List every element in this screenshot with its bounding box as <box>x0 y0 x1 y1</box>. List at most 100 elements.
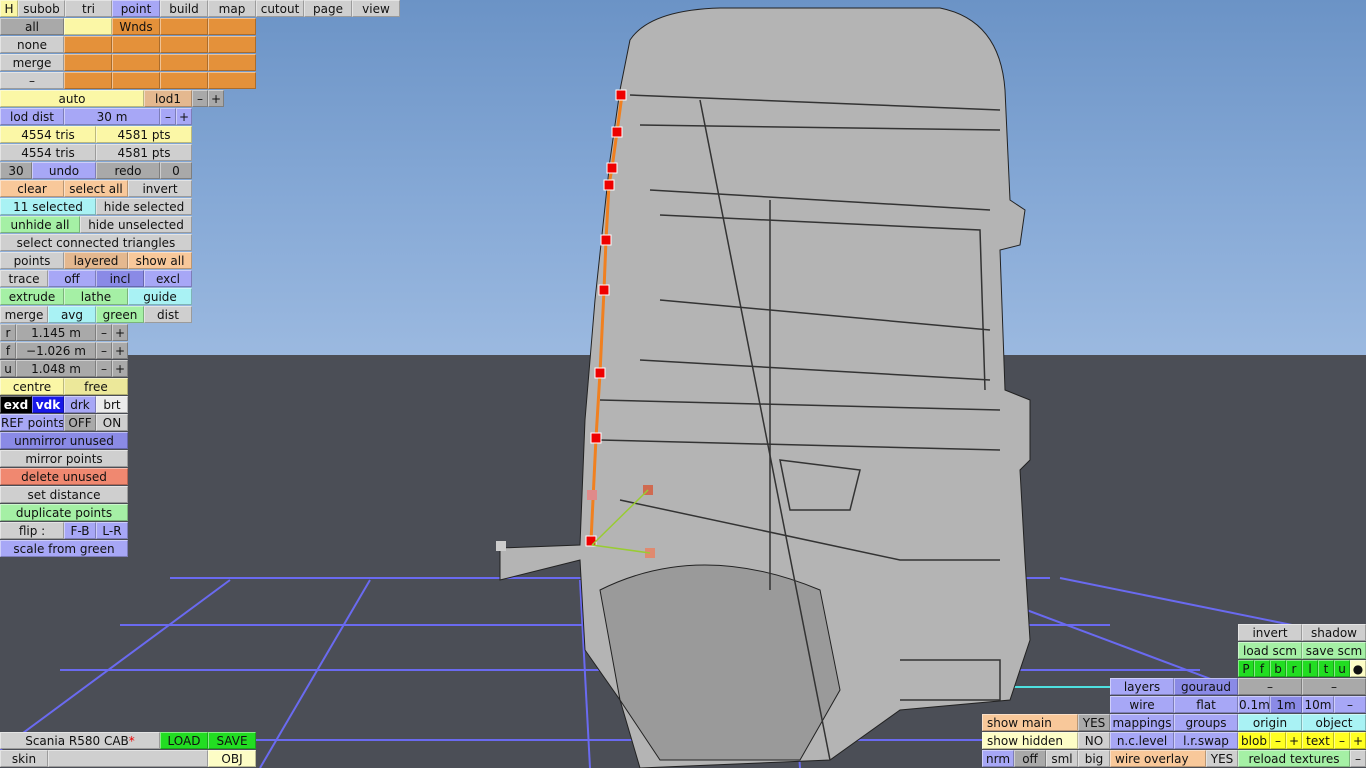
layers-button[interactable]: layers <box>1110 678 1174 695</box>
flip-lr-button[interactable]: L-R <box>96 522 128 539</box>
coord-plus[interactable]: + <box>112 324 128 341</box>
mappings-button[interactable]: mappings <box>1110 714 1174 731</box>
set-distance-button[interactable]: set distance <box>0 486 128 503</box>
group-row-2[interactable]: merge <box>0 54 64 71</box>
tab-subob[interactable]: subob <box>18 0 65 17</box>
undo-button[interactable]: undo <box>32 162 96 179</box>
axis-r[interactable]: r <box>0 324 16 341</box>
shade-brt[interactable]: brt <box>96 396 128 413</box>
mirror-points-button[interactable]: mirror points <box>0 450 128 467</box>
tab-map[interactable]: map <box>208 0 256 17</box>
coord-plus[interactable]: + <box>112 342 128 359</box>
lod-level-button[interactable]: lod1 <box>144 90 192 107</box>
lod-dist-plus[interactable]: + <box>176 108 192 125</box>
group-slot[interactable] <box>112 36 160 53</box>
view-0[interactable]: P <box>1238 660 1254 677</box>
flip-fb-button[interactable]: F-B <box>64 522 96 539</box>
centre-button[interactable]: centre <box>0 378 64 395</box>
reload-minus[interactable]: – <box>1350 750 1366 767</box>
guide-button[interactable]: guide <box>128 288 192 305</box>
layered-button[interactable]: layered <box>64 252 128 269</box>
trace-off[interactable]: off <box>48 270 96 287</box>
group-slot[interactable] <box>160 36 208 53</box>
view-7[interactable]: ● <box>1350 660 1366 677</box>
tab-tri[interactable]: tri <box>65 0 112 17</box>
group-slot[interactable] <box>112 72 160 89</box>
unhide-all-button[interactable]: unhide all <box>0 216 80 233</box>
blob-minus[interactable]: – <box>1270 732 1286 749</box>
scale-from-green-button[interactable]: scale from green <box>0 540 128 557</box>
show-hidden-toggle[interactable]: NO <box>1078 732 1110 749</box>
extrude-button[interactable]: extrude <box>0 288 64 305</box>
group-slot[interactable] <box>64 72 112 89</box>
merge-button[interactable]: merge <box>0 306 48 323</box>
wire-overlay-toggle[interactable]: YES <box>1206 750 1238 767</box>
delete-unused-button[interactable]: delete unused <box>0 468 128 485</box>
save-button[interactable]: SAVE <box>208 732 256 749</box>
unmirror-unused-button[interactable]: unmirror unused <box>0 432 128 449</box>
grid-size-0[interactable]: 0.1m <box>1238 696 1270 713</box>
text-plus[interactable]: + <box>1350 732 1366 749</box>
group-slot[interactable] <box>208 54 256 71</box>
group-slot[interactable]: Wnds <box>112 18 160 35</box>
size-sml[interactable]: sml <box>1046 750 1078 767</box>
grid-size-1[interactable]: 1m <box>1270 696 1302 713</box>
invert-button[interactable]: invert <box>128 180 192 197</box>
lod-minus-button[interactable]: – <box>192 90 208 107</box>
ref-off[interactable]: OFF <box>64 414 96 431</box>
points-button[interactable]: points <box>0 252 64 269</box>
shade-drk[interactable]: drk <box>64 396 96 413</box>
dist-button[interactable]: dist <box>144 306 192 323</box>
group-slot[interactable] <box>64 18 112 35</box>
text-button[interactable]: text <box>1302 732 1334 749</box>
load-scm-button[interactable]: load scm <box>1238 642 1302 659</box>
group-slot[interactable] <box>160 72 208 89</box>
trace-excl[interactable]: excl <box>144 270 192 287</box>
reload-textures-button[interactable]: reload textures <box>1238 750 1350 767</box>
wire-button[interactable]: wire <box>1110 696 1174 713</box>
free-button[interactable]: free <box>64 378 128 395</box>
coord-plus[interactable]: + <box>112 360 128 377</box>
shade-vdk[interactable]: vdk <box>32 396 64 413</box>
origin-button[interactable]: origin <box>1238 714 1302 731</box>
trace-incl[interactable]: incl <box>96 270 144 287</box>
select-connected-button[interactable]: select connected triangles <box>0 234 192 251</box>
view-6[interactable]: u <box>1334 660 1350 677</box>
group-slot[interactable] <box>160 18 208 35</box>
truck-cab-mesh[interactable] <box>499 7 1031 768</box>
view-5[interactable]: t <box>1318 660 1334 677</box>
view-4[interactable]: l <box>1302 660 1318 677</box>
group-slot[interactable] <box>160 54 208 71</box>
group-row-1[interactable]: none <box>0 36 64 53</box>
view-3[interactable]: r <box>1286 660 1302 677</box>
load-button[interactable]: LOAD <box>160 732 208 749</box>
coord-minus[interactable]: – <box>96 360 112 377</box>
size-nrm[interactable]: nrm <box>982 750 1014 767</box>
size-off[interactable]: off <box>1014 750 1046 767</box>
show-main-toggle[interactable]: YES <box>1078 714 1110 731</box>
lod-dist-minus[interactable]: – <box>160 108 176 125</box>
view-1[interactable]: f <box>1254 660 1270 677</box>
redo-button[interactable]: redo <box>96 162 160 179</box>
duplicate-points-button[interactable]: duplicate points <box>0 504 128 521</box>
right-invert-button[interactable]: invert <box>1238 624 1302 641</box>
tab-h[interactable]: H <box>0 0 18 17</box>
clear-button[interactable]: clear <box>0 180 64 197</box>
coord-minus[interactable]: – <box>96 324 112 341</box>
hide-selected-button[interactable]: hide selected <box>96 198 192 215</box>
object-button[interactable]: object <box>1302 714 1366 731</box>
lod-plus-button[interactable]: + <box>208 90 224 107</box>
tab-view[interactable]: view <box>352 0 400 17</box>
text-minus[interactable]: – <box>1334 732 1350 749</box>
groups-button[interactable]: groups <box>1174 714 1238 731</box>
hide-unselected-button[interactable]: hide unselected <box>80 216 192 233</box>
select-all-button[interactable]: select all <box>64 180 128 197</box>
tab-cutout[interactable]: cutout <box>256 0 304 17</box>
group-slot[interactable] <box>208 72 256 89</box>
dash-button-2[interactable]: – <box>1302 678 1366 695</box>
flat-button[interactable]: flat <box>1174 696 1238 713</box>
group-slot[interactable] <box>64 54 112 71</box>
grid-size-2[interactable]: 10m <box>1302 696 1334 713</box>
tab-page[interactable]: page <box>304 0 352 17</box>
shade-exd[interactable]: exd <box>0 396 32 413</box>
